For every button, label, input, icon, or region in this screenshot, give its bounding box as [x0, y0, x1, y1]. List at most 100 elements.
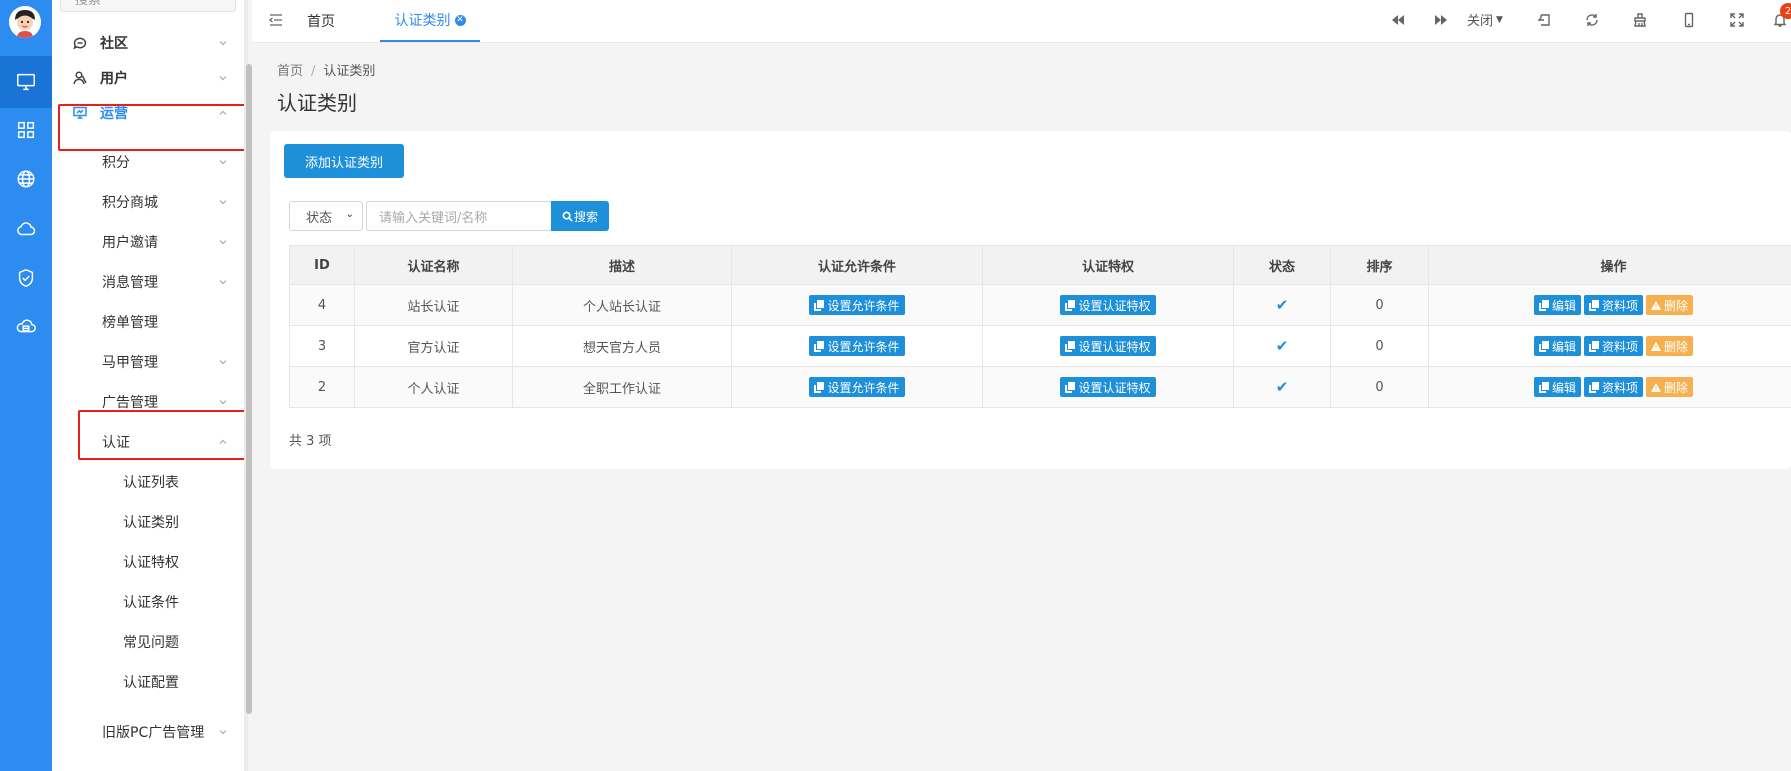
button-label: 资料项: [1601, 380, 1638, 395]
column-header-conditions[interactable]: 认证允许条件: [731, 245, 983, 285]
chat-icon: [72, 35, 88, 51]
back-icon[interactable]: [1535, 10, 1555, 30]
column-header-status[interactable]: 状态: [1233, 245, 1331, 285]
avatar[interactable]: [9, 6, 41, 38]
sidebar-item-rankings[interactable]: 榜单管理: [52, 302, 246, 342]
set-privileges-button[interactable]: 设置认证特权: [1060, 377, 1156, 397]
edit-icon: [1538, 340, 1549, 352]
cloud-settings-icon[interactable]: [0, 301, 52, 353]
sidebar-item-cert-list[interactable]: 认证列表: [52, 462, 246, 502]
cell-id: 3: [289, 325, 355, 367]
cell-privileges: 设置认证特权: [982, 284, 1234, 326]
delete-button[interactable]: 删除: [1646, 336, 1694, 356]
button-label: 删除: [1664, 298, 1689, 313]
cell-name: 站长认证: [354, 284, 513, 326]
rewind-icon[interactable]: [1388, 10, 1408, 30]
globe-icon[interactable]: [0, 153, 52, 205]
desktop-icon[interactable]: [0, 56, 52, 108]
sidebar-item-label: 常见问题: [123, 635, 179, 651]
menu-fold-icon[interactable]: [268, 12, 284, 32]
chevron-down-icon: [218, 277, 228, 287]
table-row: 3 官方认证 想天官方人员 设置允许条件 设置认证特权 ✔ 0 编辑 资料项 删除: [289, 325, 1791, 367]
column-header-name[interactable]: 认证名称: [354, 245, 513, 285]
sidebar-search-input[interactable]: 搜索 ⌕: [60, 0, 236, 12]
edit-button[interactable]: 编辑: [1533, 295, 1581, 315]
sidebar-item-cert-category[interactable]: 认证类别: [52, 502, 246, 542]
cell-status: ✔: [1233, 284, 1331, 326]
edit-button[interactable]: 编辑: [1533, 377, 1581, 397]
sidebar-item-faq[interactable]: 常见问题: [52, 622, 246, 662]
close-menu-dropdown[interactable]: 关闭 ▼: [1467, 10, 1503, 29]
tab-home[interactable]: 首页: [307, 0, 335, 42]
cloud-icon[interactable]: [0, 203, 52, 255]
delete-button[interactable]: 删除: [1646, 377, 1694, 397]
shield-check-icon[interactable]: [0, 252, 52, 304]
top-bar: 首页 认证类别 ✕ 关闭 ▼ 2: [252, 0, 1791, 43]
mobile-icon[interactable]: [1679, 10, 1699, 30]
cell-description: 全职工作认证: [512, 366, 732, 408]
table-row: 2 个人认证 全职工作认证 设置允许条件 设置认证特权 ✔ 0 编辑 资料项 删除: [289, 366, 1791, 408]
breadcrumb: 首页 / 认证类别: [277, 60, 375, 79]
clear-cache-icon[interactable]: [1630, 10, 1650, 30]
search-button[interactable]: 搜索: [551, 201, 609, 231]
set-conditions-button[interactable]: 设置允许条件: [809, 377, 905, 397]
copy-icon: [814, 340, 825, 352]
column-header-privileges[interactable]: 认证特权: [982, 245, 1234, 285]
breadcrumb-home[interactable]: 首页: [277, 64, 303, 79]
check-icon[interactable]: ✔: [1276, 296, 1289, 314]
fullscreen-icon[interactable]: [1727, 10, 1747, 30]
sidebar-item-label: 认证配置: [123, 675, 179, 691]
copy-icon: [814, 381, 825, 393]
cell-conditions: 设置允许条件: [731, 366, 983, 408]
copy-icon: [1588, 381, 1599, 393]
set-privileges-button[interactable]: 设置认证特权: [1060, 295, 1156, 315]
grid-icon[interactable]: [0, 104, 52, 156]
caret-down-icon: ▼: [1496, 14, 1503, 25]
check-icon[interactable]: ✔: [1276, 378, 1289, 396]
set-conditions-button[interactable]: 设置允许条件: [809, 295, 905, 315]
tab-label: 认证类别: [394, 13, 451, 29]
column-header-sort[interactable]: 排序: [1330, 245, 1429, 285]
check-icon[interactable]: ✔: [1276, 337, 1289, 355]
edit-button[interactable]: 编辑: [1533, 336, 1581, 356]
tab-cert-category[interactable]: 认证类别 ✕: [380, 0, 480, 42]
fast-forward-icon[interactable]: [1431, 10, 1451, 30]
set-privileges-button[interactable]: 设置认证特权: [1060, 336, 1156, 356]
add-category-button[interactable]: 添加认证类别: [284, 144, 404, 178]
fields-button[interactable]: 资料项: [1583, 336, 1643, 356]
column-header-id[interactable]: ID: [289, 245, 355, 285]
cell-sort: 0: [1330, 366, 1429, 408]
close-tab-icon[interactable]: ✕: [454, 14, 466, 26]
sidebar-item-legacy-pc-ads[interactable]: 旧版PC广告管理: [52, 712, 246, 752]
column-header-description[interactable]: 描述: [512, 245, 732, 285]
cell-actions: 编辑 资料项 删除: [1428, 366, 1791, 408]
cell-name: 个人认证: [354, 366, 513, 408]
copy-icon: [814, 299, 825, 311]
refresh-icon[interactable]: [1582, 10, 1602, 30]
cell-actions: 编辑 资料项 删除: [1428, 325, 1791, 367]
sidebar-item-users[interactable]: 用户: [52, 58, 246, 98]
sidebar-item-label: 认证类别: [123, 515, 179, 531]
sidebar-item-cert-condition[interactable]: 认证条件: [52, 582, 246, 622]
keyword-search-input[interactable]: 请输入关键词/名称: [366, 201, 552, 231]
set-conditions-button[interactable]: 设置允许条件: [809, 336, 905, 356]
sidebar-item-points-mall[interactable]: 积分商城: [52, 182, 246, 222]
sidebar-item-cert-privilege[interactable]: 认证特权: [52, 542, 246, 582]
sidebar-item-messages[interactable]: 消息管理: [52, 262, 246, 302]
sidebar-item-community[interactable]: 社区: [52, 23, 246, 63]
app-rail: [0, 0, 52, 771]
highlight-box-operations: [58, 104, 246, 151]
sidebar-scrollbar[interactable]: [246, 64, 252, 714]
fields-button[interactable]: 资料项: [1583, 295, 1643, 315]
highlight-box-certification: [78, 410, 246, 460]
sidebar-item-vest-accounts[interactable]: 马甲管理: [52, 342, 246, 382]
breadcrumb-current: 认证类别: [323, 64, 376, 79]
close-menu-label: 关闭: [1467, 14, 1494, 29]
sidebar-item-user-invite[interactable]: 用户邀请: [52, 222, 246, 262]
column-header-actions: 操作: [1428, 245, 1791, 285]
sidebar-item-label: 旧版PC广告管理: [102, 725, 205, 741]
delete-button[interactable]: 删除: [1646, 295, 1694, 315]
status-select[interactable]: 状态 ⌄: [289, 201, 363, 231]
sidebar-item-cert-config[interactable]: 认证配置: [52, 662, 246, 702]
fields-button[interactable]: 资料项: [1583, 377, 1643, 397]
